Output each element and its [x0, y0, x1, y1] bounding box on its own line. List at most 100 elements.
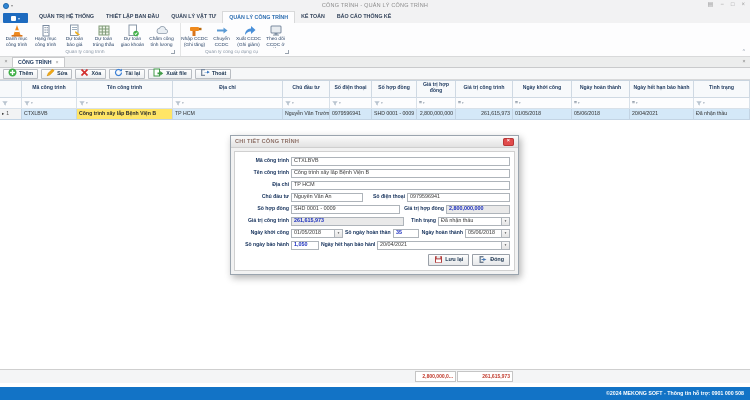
cell-address[interactable]: TP HCM — [173, 109, 283, 120]
edit-button[interactable]: Sửa — [41, 69, 72, 79]
row-number: 1 — [6, 111, 9, 117]
ribbon-tab-thiet-lap-ban-dau[interactable]: THIẾT LẬP BAN ĐẦU — [100, 11, 165, 23]
document-tab-close-icon[interactable]: × — [56, 60, 59, 66]
du-toan-giao-khoan-button[interactable]: Dự toán giao khoán — [118, 24, 147, 48]
filter-cell[interactable]: =▾ — [456, 98, 513, 109]
address-field[interactable]: TP HCM — [291, 181, 510, 190]
document-tab-cong-trinh[interactable]: CÔNG TRÌNH × — [12, 57, 65, 67]
cell-status[interactable]: Đã nhận thầu — [694, 109, 750, 120]
du-toan-bao-gia-button[interactable]: Dự toán báo giá — [60, 24, 89, 48]
ribbon-tab-bao-cao-thong-ke[interactable]: BÁO CÁO THỐNG KÊ — [331, 11, 397, 23]
name-field[interactable]: Công trình xây lắp Bệnh Viện B — [291, 169, 510, 178]
ribbon-collapse-icon[interactable]: ^ — [743, 49, 745, 55]
chuyen-ccdc-button[interactable]: Chuyển CCDC — [208, 24, 235, 48]
code-field[interactable]: CTXLBVB — [291, 157, 510, 166]
warranty-days-field[interactable]: 1,050 — [291, 241, 319, 250]
finish-date-picker[interactable]: 05/06/2018 ▾ — [465, 229, 510, 238]
quick-access-caret-icon[interactable]: ▾ — [11, 3, 13, 8]
export-file-button[interactable]: Xuất file — [148, 69, 192, 79]
close-button[interactable]: × — [741, 0, 745, 11]
close-dialog-button[interactable]: Đóng — [472, 254, 510, 266]
filter-cell[interactable]: ▾ — [694, 98, 750, 109]
funnel-icon — [2, 101, 8, 106]
group-dialog-launcher-icon[interactable] — [171, 50, 175, 54]
cell-name-highlighted[interactable]: Công trình xây lắp Bệnh Viện B — [77, 109, 173, 120]
start-date-value: 01/05/2018 — [292, 230, 334, 236]
phone-field[interactable]: 0979596941 — [407, 193, 510, 202]
chevron-down-icon[interactable]: ▾ — [501, 242, 509, 249]
file-menu-button[interactable]: ▾ — [3, 13, 28, 23]
dialog-close-button[interactable]: × — [503, 138, 514, 146]
column-header[interactable]: Mã công trình — [22, 81, 77, 98]
filter-cell[interactable]: ▾ — [173, 98, 283, 109]
filter-cell[interactable]: =▾ — [572, 98, 630, 109]
filter-cell[interactable]: ▾ — [372, 98, 417, 109]
investor-field[interactable]: Nguyễn Văn An — [291, 193, 363, 202]
column-header[interactable]: Tên công trình — [77, 81, 173, 98]
save-button[interactable]: Lưu lại — [428, 254, 469, 266]
hang-muc-cong-trinh-button[interactable]: Hạng mục công trình — [31, 24, 60, 48]
column-header[interactable]: Địa chỉ — [173, 81, 283, 98]
cell-project-value[interactable]: 261,615,973 — [456, 109, 513, 120]
add-button[interactable]: Thêm — [3, 69, 38, 79]
filter-cell[interactable]: ▾ — [22, 98, 77, 109]
cell-code[interactable]: CTXLBVB — [22, 109, 77, 120]
ribbon-display-options-icon[interactable]: ▤ — [708, 0, 714, 11]
column-header[interactable]: Ngày hết hạn bảo hành — [630, 81, 694, 98]
column-header[interactable]: Tình trạng — [694, 81, 750, 98]
column-header[interactable]: Ngày khởi công — [513, 81, 572, 98]
contract-no-field[interactable]: SHD 0001 - 0009 — [291, 205, 400, 214]
group-dialog-launcher-icon[interactable] — [285, 50, 289, 54]
filter-cell[interactable]: =▾ — [630, 98, 694, 109]
chevron-down-icon[interactable]: ▾ — [501, 230, 509, 237]
column-header[interactable]: Ngày hoàn thành — [572, 81, 630, 98]
maximize-button[interactable]: □ — [731, 0, 735, 11]
status-combobox[interactable]: Đã nhận thầu ▾ — [438, 217, 510, 226]
warranty-date-picker[interactable]: 20/04/2021 ▾ — [377, 241, 510, 250]
theo-doi-ccdc-button[interactable]: Theo dõi CCDC ở đâu — [262, 24, 289, 48]
start-date-picker[interactable]: 01/05/2018 ▾ — [291, 229, 343, 238]
table-row[interactable]: ▸ 1 CTXLBVB Công trình xây lắp Bệnh Viện… — [0, 109, 750, 120]
save-button-label: Lưu lại — [445, 257, 463, 263]
delete-button[interactable]: Xóa — [75, 69, 106, 79]
cell-start-date[interactable]: 01/05/2018 — [513, 109, 572, 120]
drill-icon — [188, 24, 202, 37]
ribbon-tab-quan-tri-he-thong[interactable]: QUẢN TRỊ HỆ THỐNG — [33, 11, 100, 23]
close-document-icon[interactable]: × — [0, 57, 12, 67]
exit-button[interactable]: Thoát — [195, 69, 231, 79]
finish-days-field[interactable]: 35 — [393, 229, 419, 238]
column-header[interactable]: Số hợp đồng — [372, 81, 417, 98]
filter-cell[interactable]: =▾ — [513, 98, 572, 109]
column-header[interactable]: Chủ đầu tư — [283, 81, 330, 98]
ribbon-tab-quan-ly-vat-tu[interactable]: QUẢN LÝ VẬT TƯ — [165, 11, 222, 23]
nhap-ccdc-button[interactable]: Nhập CCDC (Ghi tăng) — [181, 24, 208, 48]
column-header[interactable]: Giá trị hợp đồng — [417, 81, 456, 98]
cell-finish-date[interactable]: 05/06/2018 — [572, 109, 630, 120]
filter-cell[interactable]: ▾ — [283, 98, 330, 109]
filter-cell[interactable]: =▾ — [417, 98, 456, 109]
ribbon-tab-quan-ly-cong-trinh[interactable]: QUẢN LÝ CÔNG TRÌNH — [222, 11, 295, 23]
column-header[interactable]: Số điện thoại — [330, 81, 372, 98]
cell-warranty-date[interactable]: 20/04/2021 — [630, 109, 694, 120]
cell-contract-value[interactable]: 2,800,000,000 — [417, 109, 456, 120]
minimize-button[interactable]: − — [720, 0, 724, 11]
chevron-down-icon[interactable]: ▾ — [501, 218, 509, 225]
du-toan-trung-thau-button[interactable]: Dự toán trúng thầu — [89, 24, 118, 48]
reload-button[interactable]: Tải lại — [109, 69, 145, 79]
close-tabstrip-icon[interactable]: × — [738, 57, 750, 67]
cell-contract-no[interactable]: SHD 0001 - 0009 — [372, 109, 417, 120]
ribbon-tab-ke-toan[interactable]: KẾ TOÁN — [295, 11, 331, 23]
xuat-ccdc-button[interactable]: Xuất CCDC (Ghi giảm) — [235, 24, 262, 48]
cell-investor[interactable]: Nguyễn Văn Trường — [283, 109, 330, 120]
danh-muc-cong-trinh-button[interactable]: Danh mục công trình — [2, 24, 31, 48]
filter-cell[interactable]: ▾ — [77, 98, 173, 109]
cell-phone[interactable]: 0979596941 — [330, 109, 372, 120]
dialog-titlebar[interactable]: CHI TIẾT CÔNG TRÌNH × — [231, 136, 518, 148]
filter-cell[interactable]: ▾ — [330, 98, 372, 109]
cham-cong-tinh-luong-button[interactable]: Chấm công tính lương — [147, 24, 176, 48]
column-header[interactable]: Giá trị công trình — [456, 81, 513, 98]
app-logo-icon[interactable] — [3, 3, 9, 9]
chevron-down-icon[interactable]: ▾ — [334, 230, 342, 237]
filter-indicator-cell — [0, 98, 22, 109]
filter-caret-icon: ▾ — [86, 101, 88, 105]
